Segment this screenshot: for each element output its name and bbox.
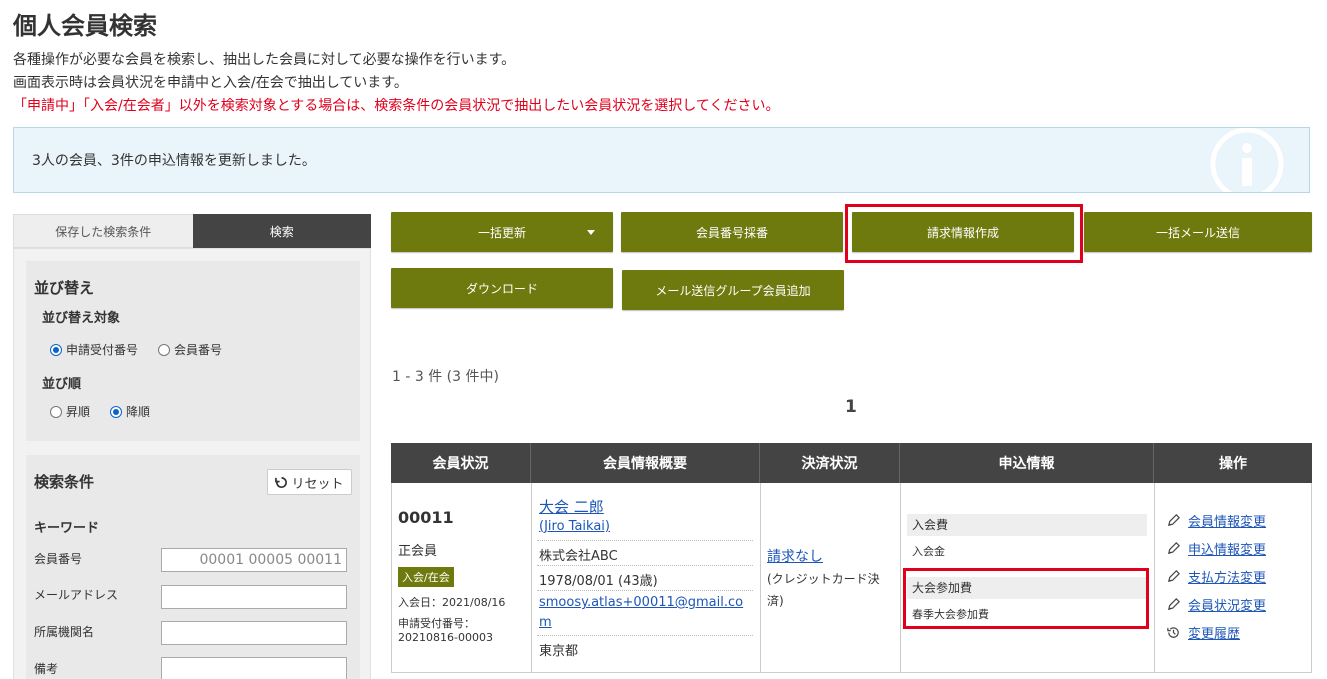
email-link-line1[interactable]: smoosy.atlas+00011@gmail.co bbox=[539, 595, 743, 610]
divider bbox=[537, 590, 753, 591]
tab-search[interactable]: 検索 bbox=[192, 214, 371, 248]
payment-method-line1: (クレジットカード決 bbox=[767, 572, 880, 586]
result-count: 1 - 3 件 (3 件中) bbox=[392, 369, 499, 385]
pencil-icon bbox=[1167, 570, 1180, 583]
th-application-info: 申込情報 bbox=[900, 443, 1154, 483]
member-type: 正会員 bbox=[398, 544, 438, 559]
divider bbox=[537, 635, 753, 636]
company-name: 株式会社ABC bbox=[539, 549, 618, 564]
radio-label-asc: 昇順 bbox=[66, 405, 91, 419]
sort-order-options: 昇順 降順 bbox=[50, 403, 150, 420]
op-edit-application-label[interactable]: 申込情報変更 bbox=[1188, 539, 1266, 558]
pagination-page[interactable]: 1 bbox=[845, 397, 857, 417]
org-input[interactable] bbox=[161, 621, 347, 645]
member-name-en-link[interactable]: (Jiro Taikai) bbox=[539, 519, 610, 534]
op-change-payment-label[interactable]: 支払方法変更 bbox=[1188, 567, 1266, 586]
search-panel: 並び替え 並び替え対象 申請受付番号 会員番号 並び順 昇順 降順 検索条件 リ… bbox=[13, 248, 371, 679]
email-input[interactable] bbox=[161, 585, 347, 609]
description-line-2: 画面表示時は会員状況を申請中と入会/在会で抽出しています。 bbox=[13, 75, 408, 91]
member-no-label: 会員番号 bbox=[34, 552, 83, 566]
bulk-update-button[interactable]: 一括更新 bbox=[391, 212, 613, 252]
application-1-title: 入会費 bbox=[907, 514, 1147, 536]
pencil-icon bbox=[1167, 542, 1180, 555]
radio-label-desc: 降順 bbox=[126, 405, 151, 419]
op-edit-member-label[interactable]: 会員情報変更 bbox=[1188, 511, 1266, 530]
page-title: 個人会員検索 bbox=[13, 12, 157, 40]
op-change-status-label[interactable]: 会員状況変更 bbox=[1188, 595, 1266, 614]
op-history[interactable]: 変更履歴 bbox=[1166, 623, 1240, 642]
add-mail-group-button[interactable]: メール送信グループ会員追加 bbox=[622, 270, 844, 310]
radio-asc[interactable] bbox=[50, 405, 62, 418]
reset-button[interactable]: リセット bbox=[267, 469, 352, 495]
info-message-box: 3人の会員、3件の申込情報を更新しました。 bbox=[13, 127, 1310, 193]
bulk-update-label: 一括更新 bbox=[477, 225, 526, 240]
op-edit-member[interactable]: 会員情報変更 bbox=[1166, 511, 1266, 530]
sort-target-label: 並び替え対象 bbox=[42, 311, 121, 326]
keyword-label: キーワード bbox=[34, 521, 100, 536]
op-change-payment[interactable]: 支払方法変更 bbox=[1166, 567, 1266, 586]
pencil-icon bbox=[1167, 514, 1180, 527]
member-no-input[interactable]: 00001 00005 00011 bbox=[161, 548, 347, 572]
divider bbox=[537, 540, 753, 541]
member-number: 00011 bbox=[398, 508, 454, 527]
email-label: メールアドレス bbox=[34, 588, 119, 602]
radio-sort-member-no[interactable] bbox=[158, 343, 171, 356]
op-change-status[interactable]: 会員状況変更 bbox=[1166, 595, 1266, 614]
caret-down-icon bbox=[587, 230, 595, 235]
divider bbox=[537, 565, 753, 566]
sort-title: 並び替え bbox=[34, 279, 95, 297]
org-label: 所属機関名 bbox=[34, 625, 95, 639]
join-date: 入会日：2021/08/16 bbox=[398, 596, 506, 609]
th-operations: 操作 bbox=[1154, 443, 1312, 483]
radio-desc[interactable] bbox=[110, 405, 123, 418]
assign-member-no-button[interactable]: 会員番号採番 bbox=[621, 212, 843, 252]
info-icon bbox=[1210, 128, 1284, 192]
th-member-summary: 会員情報概要 bbox=[531, 443, 760, 483]
col-divider bbox=[900, 483, 901, 673]
warning-text: 「申請中」「入会/在会者」以外を検索対象とする場合は、検索条件の会員状況で抽出し… bbox=[13, 98, 780, 114]
th-member-status: 会員状況 bbox=[391, 443, 531, 483]
sort-order-label: 並び順 bbox=[42, 377, 82, 392]
note-label: 備考 bbox=[34, 662, 59, 676]
radio-sort-app-no[interactable] bbox=[50, 343, 62, 356]
search-conditions-section: 検索条件 リセット キーワード 会員番号 00001 00005 00011 メ… bbox=[26, 455, 360, 679]
op-edit-application[interactable]: 申込情報変更 bbox=[1166, 539, 1266, 558]
reset-icon bbox=[275, 476, 288, 488]
app-no-label: 申請受付番号： bbox=[398, 617, 475, 630]
payment-method-line2: 済) bbox=[767, 594, 784, 608]
note-input[interactable] bbox=[161, 657, 347, 679]
application-1-item: 入会金 bbox=[912, 545, 945, 558]
col-divider bbox=[531, 483, 532, 673]
history-icon bbox=[1167, 627, 1179, 638]
email-link-line2[interactable]: m bbox=[539, 615, 552, 630]
sort-section: 並び替え 並び替え対象 申請受付番号 会員番号 並び順 昇順 降順 bbox=[26, 261, 360, 441]
reset-label: リセット bbox=[291, 476, 344, 492]
status-badge: 入会/在会 bbox=[398, 567, 454, 587]
birth-date: 1978/08/01 (43歳) bbox=[539, 574, 658, 589]
radio-label-member-no: 会員番号 bbox=[174, 343, 223, 357]
prefecture: 東京都 bbox=[539, 644, 579, 659]
op-history-label[interactable]: 変更履歴 bbox=[1188, 623, 1240, 642]
pencil-icon bbox=[1167, 598, 1180, 611]
radio-label-app-no: 申請受付番号 bbox=[66, 343, 139, 357]
left-tabs: 保存した検索条件 検索 bbox=[13, 214, 371, 248]
description-line-1: 各種操作が必要な会員を検索し、抽出した会員に対して必要な操作を行います。 bbox=[13, 52, 516, 68]
payment-status-link[interactable]: 請求なし bbox=[767, 546, 823, 566]
member-name-link[interactable]: 大会 二郎 bbox=[539, 496, 604, 517]
col-divider bbox=[1154, 483, 1155, 673]
app-no: 20210816-00003 bbox=[398, 631, 493, 644]
highlight-frame bbox=[845, 204, 1083, 263]
highlight-frame bbox=[903, 568, 1149, 629]
info-message: 3人の会員、3件の申込情報を更新しました。 bbox=[32, 153, 316, 169]
bulk-mail-button[interactable]: 一括メール送信 bbox=[1084, 212, 1312, 252]
conditions-title: 検索条件 bbox=[34, 473, 95, 491]
download-button[interactable]: ダウンロード bbox=[391, 268, 613, 308]
sort-target-options: 申請受付番号 会員番号 bbox=[50, 341, 222, 358]
tab-saved-conditions[interactable]: 保存した検索条件 bbox=[13, 214, 193, 248]
th-payment-status: 決済状況 bbox=[760, 443, 900, 483]
col-divider bbox=[760, 483, 761, 673]
